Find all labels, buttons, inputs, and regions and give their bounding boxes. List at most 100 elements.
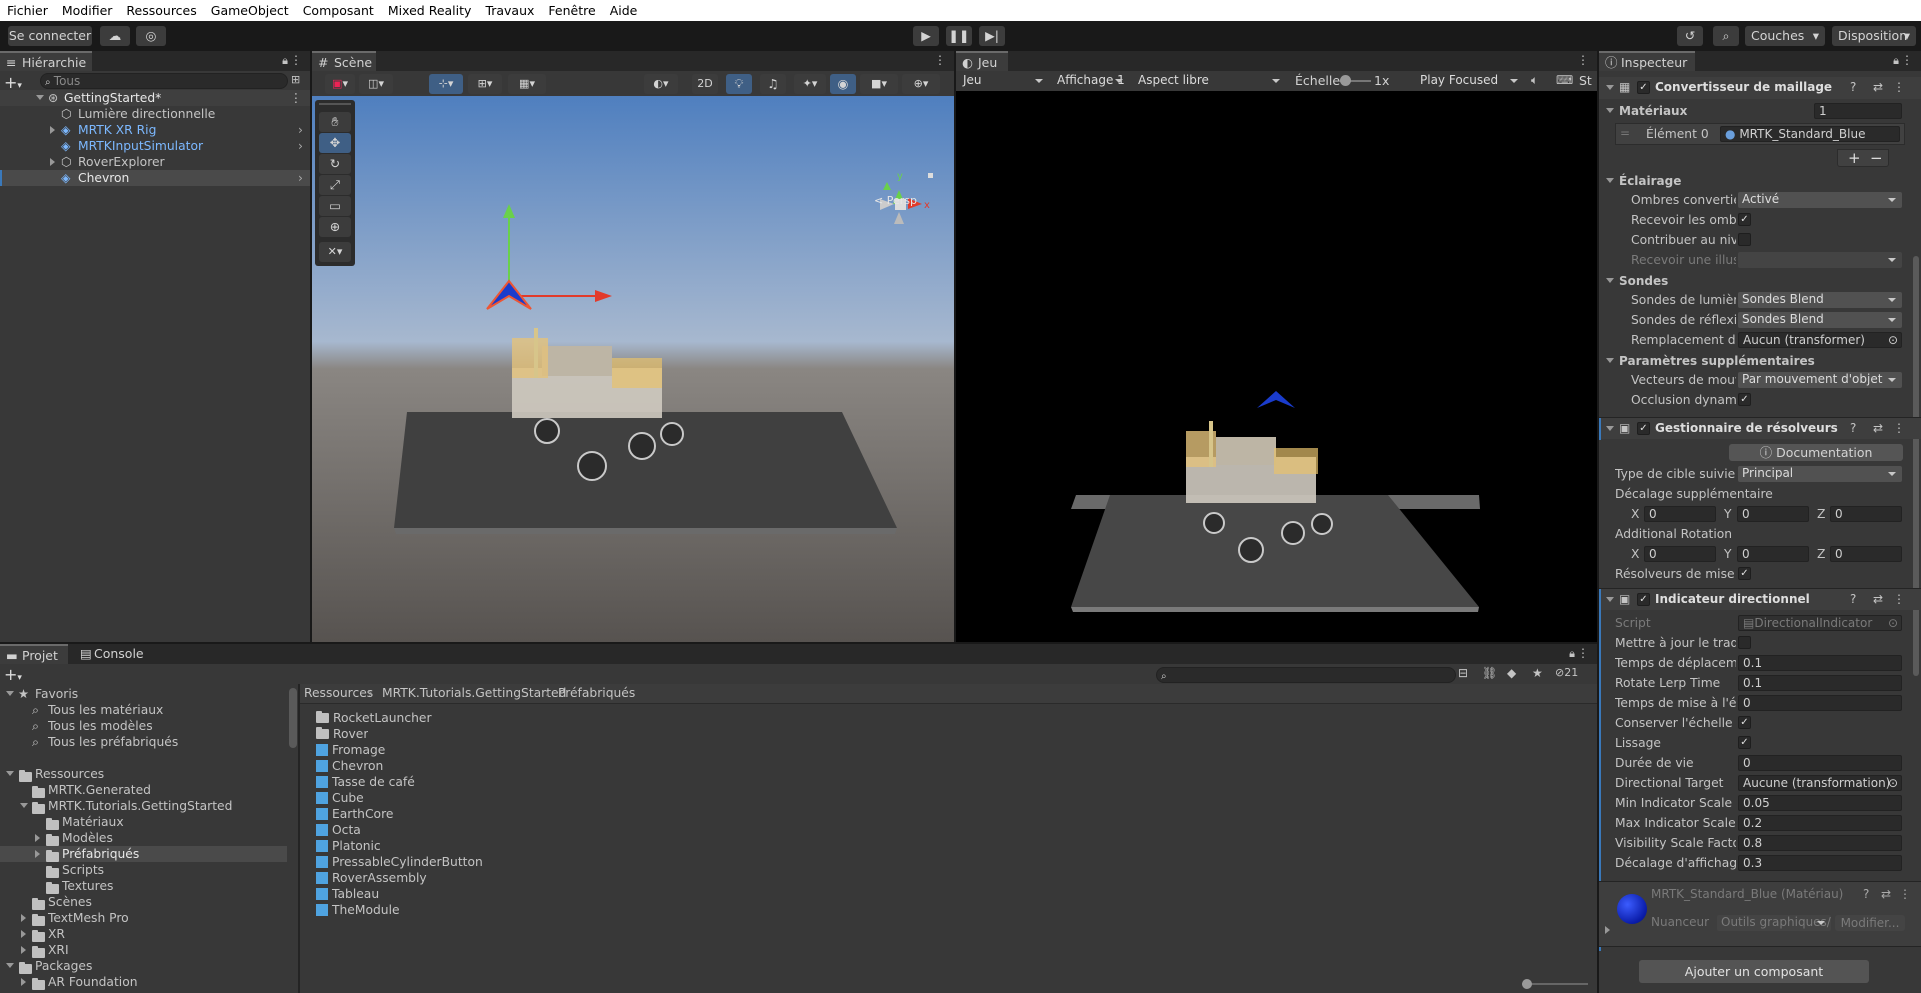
aspect-dropdown[interactable]: Aspect libre <box>1134 73 1286 89</box>
expand-arrow-icon[interactable] <box>6 691 14 696</box>
cast-shadows-dropdown[interactable]: Activé <box>1738 192 1902 208</box>
min-indicator-scale-input[interactable]: 0.05 <box>1738 795 1902 811</box>
display-dropdown[interactable]: Affichage 1 <box>1053 73 1129 89</box>
additional-settings-section[interactable]: Paramètres supplémentaires <box>1599 353 1909 369</box>
help-icon[interactable]: ? <box>1863 887 1869 901</box>
pause-button[interactable]: ❚❚ <box>946 26 972 46</box>
mute-audio-icon[interactable]: 🔈︎ <box>1531 73 1538 88</box>
expand-arrow-icon[interactable] <box>36 95 44 100</box>
maintain-scale-checkbox[interactable]: ✓ <box>1738 716 1751 729</box>
menu-assets[interactable]: Ressources <box>126 3 196 18</box>
list-item[interactable]: EarthCore <box>316 806 393 822</box>
hierarchy-search-input[interactable]: ⌕ Tous <box>40 73 288 89</box>
lighting-section[interactable]: Éclairage <box>1599 173 1909 189</box>
connect-button[interactable]: Se connecter <box>8 26 92 46</box>
update-translation-checkbox[interactable] <box>1738 636 1751 649</box>
play-button[interactable]: ▶ <box>913 26 939 46</box>
scene-viewport[interactable]: x y < Persp ✋︎ ✥ ↻ ⤢ ▭ ⊕ ✕▾ <box>312 96 954 642</box>
list-item[interactable]: Fromage <box>316 742 385 758</box>
game-display-select[interactable]: Jeu <box>959 73 1049 89</box>
tab-scene[interactable]: # Scène <box>312 51 376 71</box>
offset-z-input[interactable]: 0 <box>1830 506 1902 522</box>
help-icon[interactable]: ? <box>1850 80 1856 94</box>
draw-mode-dropdown[interactable]: ▣▾ <box>325 74 355 94</box>
transform-tool-button[interactable]: ⊕ <box>319 217 351 237</box>
favorite-star-icon[interactable]: ★ <box>1532 666 1543 680</box>
toggle-2d-button[interactable]: 2D <box>692 74 718 94</box>
materials-count-field[interactable]: 1 <box>1814 103 1902 119</box>
tree-item[interactable]: ⌕ Tous les matériaux <box>0 702 290 718</box>
preset-icon[interactable]: ⇄ <box>1873 421 1883 435</box>
expand-arrow-icon[interactable] <box>1606 358 1614 363</box>
rotation-z-input[interactable]: 0 <box>1830 546 1902 562</box>
rotation-y-input[interactable]: 0 <box>1737 546 1809 562</box>
lock-icon[interactable]: 🔒︎ <box>1893 54 1899 68</box>
collab-button[interactable]: ◎ <box>136 26 166 46</box>
search-by-label-icon[interactable]: ⛓︎ <box>1482 666 1497 680</box>
overlay-handle[interactable] <box>319 103 351 105</box>
hierarchy-item[interactable]: ⬡ RoverExplorer <box>0 154 310 170</box>
preset-icon[interactable]: ⇄ <box>1881 887 1891 901</box>
offset-y-input[interactable]: 0 <box>1737 506 1809 522</box>
view-offset-input[interactable]: 0.3 <box>1738 855 1902 871</box>
lifetime-input[interactable]: 0 <box>1738 755 1902 771</box>
expand-arrow-icon[interactable] <box>6 963 14 968</box>
tree-item[interactable]: MRTK.Tutorials.GettingStarted <box>0 798 290 814</box>
preset-icon[interactable]: ⇄ <box>1873 592 1883 606</box>
list-item[interactable]: Platonic <box>316 838 381 854</box>
component-enabled-checkbox[interactable]: ✓ <box>1637 422 1650 435</box>
grid-dropdown[interactable]: ▦▾ <box>508 74 546 94</box>
cloud-button[interactable]: ☁ <box>100 26 130 46</box>
list-item[interactable]: Cube <box>316 790 364 806</box>
play-mode-dropdown[interactable]: Play Focused <box>1416 73 1524 89</box>
kebab-menu-icon[interactable]: ⋮ <box>1893 80 1905 94</box>
menu-gameobject[interactable]: GameObject <box>211 3 289 18</box>
menu-component[interactable]: Composant <box>303 3 374 18</box>
rotate-lerp-time-input[interactable]: 0.1 <box>1738 675 1902 691</box>
expand-arrow-icon[interactable] <box>20 803 28 808</box>
reflection-probes-dropdown[interactable]: Sondes Blend <box>1738 312 1902 328</box>
layers-dropdown[interactable]: Couches ▾ <box>1745 26 1825 46</box>
list-item[interactable]: PressableCylinderButton <box>316 854 483 870</box>
expand-arrow-icon[interactable] <box>1606 85 1614 90</box>
chevron-right-icon[interactable]: › <box>298 170 303 186</box>
scale-lerp-time-input[interactable]: 0 <box>1738 695 1902 711</box>
contribute-gi-checkbox[interactable] <box>1738 233 1751 246</box>
menu-window[interactable]: Fenêtre <box>548 3 595 18</box>
tree-scrollbar[interactable] <box>289 688 297 748</box>
expand-arrow-icon[interactable] <box>1606 597 1614 602</box>
edit-shader-button[interactable]: Modifier... <box>1835 915 1905 931</box>
dynamic-occlusion-checkbox[interactable]: ✓ <box>1738 393 1751 406</box>
kebab-menu-icon[interactable]: ⋮ <box>1899 887 1911 901</box>
menu-edit[interactable]: Modifier <box>62 3 113 18</box>
lock-icon[interactable]: 🔒︎ <box>1569 647 1575 661</box>
menu-help[interactable]: Aide <box>610 3 638 18</box>
shader-dropdown[interactable]: Outils graphiques/ <box>1717 915 1831 931</box>
label-icon[interactable]: ◆ <box>1507 666 1516 680</box>
tree-item[interactable]: Modèles <box>0 830 290 846</box>
icon-size-slider-handle[interactable] <box>1522 979 1532 989</box>
hand-tool-button[interactable]: ✋︎ <box>319 112 351 132</box>
menu-jobs[interactable]: Travaux <box>485 3 534 18</box>
light-probes-dropdown[interactable]: Sondes Blend <box>1738 292 1902 308</box>
custom-tool-dropdown[interactable]: ✕▾ <box>319 242 351 262</box>
visibility-scale-factor-input[interactable]: 0.8 <box>1738 835 1902 851</box>
hierarchy-item[interactable]: ◈ MRTK XR Rig › <box>0 122 310 138</box>
expand-arrow-icon[interactable] <box>1606 108 1614 113</box>
game-viewport[interactable] <box>956 91 1597 642</box>
add-component-button[interactable]: Ajouter un composant <box>1639 960 1869 983</box>
rotation-x-input[interactable]: 0 <box>1644 546 1716 562</box>
breadcrumb-item[interactable]: Préfabriqués <box>558 686 635 700</box>
hidden-packages-toggle[interactable]: ⊘21 <box>1555 666 1578 679</box>
anchor-override-field[interactable]: Aucun (transformer) ⊙ <box>1738 332 1902 348</box>
expand-arrow-icon[interactable] <box>21 946 26 954</box>
list-item[interactable]: Chevron <box>316 758 383 774</box>
max-indicator-scale-input[interactable]: 0.2 <box>1738 815 1902 831</box>
motion-vectors-dropdown[interactable]: Par mouvement d'objet <box>1738 372 1902 388</box>
tree-item[interactable]: Matériaux <box>0 814 290 830</box>
object-picker-icon[interactable]: ⊙ <box>1888 776 1898 790</box>
component-enabled-checkbox[interactable]: ✓ <box>1637 81 1650 94</box>
kebab-menu-icon[interactable]: ⋮ <box>1893 592 1905 606</box>
tree-item[interactable]: ⌕ Tous les préfabriqués <box>0 734 290 750</box>
expand-arrow-icon[interactable] <box>21 978 26 986</box>
